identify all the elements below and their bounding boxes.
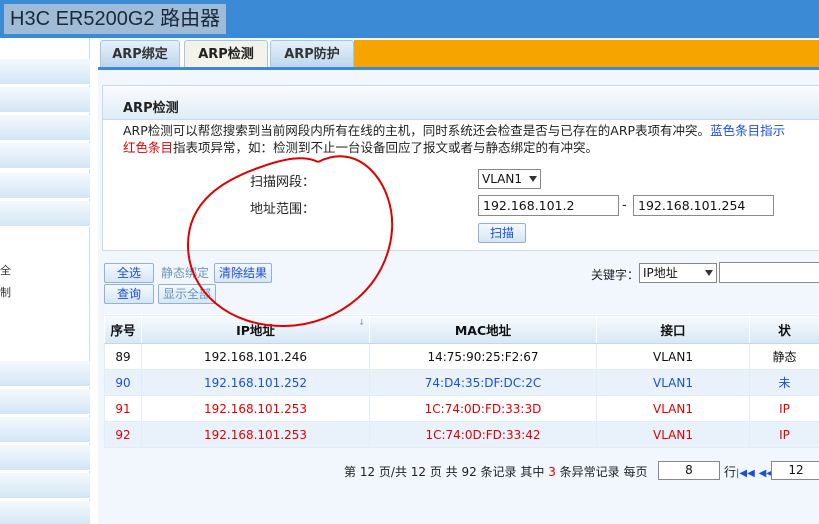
cell-interface: VLAN1 bbox=[596, 395, 750, 422]
keyword-select[interactable]: IP地址 bbox=[639, 263, 717, 283]
sidebar-item[interactable] bbox=[0, 143, 90, 169]
sidebar-item[interactable] bbox=[0, 115, 90, 141]
page-number-input[interactable]: 12 bbox=[771, 461, 819, 480]
sidebar: 全 制 bbox=[0, 38, 90, 524]
keyword-input[interactable] bbox=[719, 262, 819, 283]
range-start-input[interactable]: 192.168.101.2 bbox=[478, 195, 619, 216]
table-header-row: 序号 IP地址 ↓ MAC地址 接口 状 bbox=[104, 314, 819, 344]
cell-status: IP bbox=[749, 395, 819, 422]
range-label: 地址范围： bbox=[250, 202, 316, 217]
column-header-mac[interactable]: MAC地址 bbox=[369, 314, 597, 344]
keyword-label: 关键字： bbox=[591, 268, 640, 282]
cell-ip: 192.168.101.253 bbox=[141, 395, 370, 422]
tab-underline bbox=[98, 67, 819, 70]
tab-arp-protection[interactable]: ARP防护 bbox=[270, 40, 354, 68]
sidebar-item[interactable] bbox=[0, 445, 90, 471]
sidebar-item[interactable] bbox=[0, 361, 90, 387]
cell-status: 静态 bbox=[749, 343, 819, 370]
pager-text: 第 12 页/共 12 页 共 92 条记录 其中 bbox=[344, 465, 545, 479]
cell-no: 91 bbox=[104, 395, 142, 422]
cell-mac: 14:75:90:25:F2:67 bbox=[369, 343, 597, 370]
scan-button[interactable]: 扫描 bbox=[478, 223, 526, 243]
sidebar-item[interactable] bbox=[0, 201, 90, 227]
column-header-ip[interactable]: IP地址 ↓ bbox=[141, 314, 370, 344]
rows-label: 行 bbox=[724, 465, 737, 479]
column-header-no[interactable]: 序号 bbox=[104, 314, 142, 344]
table-row[interactable]: 90 192.168.101.252 74:D4:35:DF:DC:2C VLA… bbox=[104, 369, 819, 396]
tab-arp-binding[interactable]: ARP绑定 bbox=[100, 40, 180, 68]
cell-interface: VLAN1 bbox=[596, 343, 750, 370]
pager-text-after: 条异常记录 每页 bbox=[559, 465, 648, 479]
cell-ip: 192.168.101.246 bbox=[141, 343, 370, 370]
cell-mac: 74:D4:35:DF:DC:2C bbox=[369, 369, 597, 396]
sidebar-item[interactable] bbox=[0, 59, 90, 85]
per-page-input[interactable]: 8 bbox=[658, 461, 720, 480]
description-red-note: 红色条目 bbox=[123, 140, 174, 155]
keyword-select-value: IP地址 bbox=[643, 266, 678, 280]
query-button[interactable]: 查询 bbox=[104, 284, 154, 304]
cell-no: 89 bbox=[104, 343, 142, 370]
content-panel: ARP绑定 ARP检测 ARP防护 ARP检测 ARP检测可以帮您搜索到当前网段… bbox=[98, 38, 819, 524]
cell-no: 92 bbox=[104, 421, 142, 448]
cell-interface: VLAN1 bbox=[596, 369, 750, 396]
show-all-button[interactable]: 显示全部 bbox=[158, 284, 216, 304]
cell-status: IP bbox=[749, 421, 819, 448]
column-header-interface[interactable]: 接口 bbox=[596, 314, 750, 344]
pager-goto: 行|◀◀ ◀◀ bbox=[724, 463, 774, 480]
column-header-ip-label: IP地址 bbox=[236, 322, 275, 338]
sidebar-item[interactable] bbox=[0, 389, 90, 415]
cell-status: 未 bbox=[749, 369, 819, 396]
tab-bar-accent bbox=[354, 40, 819, 68]
clear-results-button[interactable]: 清除结果 bbox=[214, 263, 272, 283]
window-title: H3C ER5200G2 路由器 bbox=[4, 4, 227, 34]
range-end-input[interactable]: 192.168.101.254 bbox=[633, 195, 774, 216]
section-header: ARP检测 bbox=[103, 86, 819, 120]
table-row[interactable]: 89 192.168.101.246 14:75:90:25:F2:67 VLA… bbox=[104, 343, 819, 370]
title-bar: H3C ER5200G2 路由器 bbox=[0, 0, 819, 38]
select-all-button[interactable]: 全选 bbox=[104, 263, 154, 283]
segment-label: 扫描网段： bbox=[250, 175, 316, 190]
detection-panel: ARP检测 ARP检测可以帮您搜索到当前网段内所有在线的主机，同时系统还会检查是… bbox=[102, 85, 819, 251]
column-header-status[interactable]: 状 bbox=[749, 314, 819, 344]
arp-table: 序号 IP地址 ↓ MAC地址 接口 状 89 192.168.101.246 1… bbox=[104, 314, 819, 448]
sidebar-text[interactable]: 全 bbox=[0, 262, 11, 278]
sidebar-item[interactable] bbox=[0, 87, 90, 113]
chevron-down-icon bbox=[705, 270, 713, 276]
first-page-icon[interactable]: |◀◀ bbox=[736, 468, 755, 479]
tab-arp-detection[interactable]: ARP检测 bbox=[184, 40, 268, 68]
sidebar-item[interactable] bbox=[0, 473, 90, 499]
chevron-down-icon bbox=[529, 176, 537, 182]
segment-select-value: VLAN1 bbox=[482, 172, 522, 186]
abnormal-count: 3 bbox=[548, 465, 556, 479]
table-row[interactable]: 92 192.168.101.253 1C:74:0D:FD:33:42 VLA… bbox=[104, 421, 819, 448]
range-separator: - bbox=[622, 198, 627, 213]
description-blue-note: 蓝色条目指示 bbox=[710, 123, 786, 138]
table-row[interactable]: 91 192.168.101.253 1C:74:0D:FD:33:3D VLA… bbox=[104, 395, 819, 422]
cell-no: 90 bbox=[104, 369, 142, 396]
segment-select[interactable]: VLAN1 bbox=[478, 169, 541, 189]
static-bind-button[interactable]: 静态绑定 bbox=[158, 263, 212, 283]
pager-info: 第 12 页/共 12 页 共 92 条记录 其中 3 条异常记录 每页 bbox=[344, 463, 648, 480]
sidebar-item[interactable] bbox=[0, 173, 90, 199]
cell-mac: 1C:74:0D:FD:33:42 bbox=[369, 421, 597, 448]
cell-mac: 1C:74:0D:FD:33:3D bbox=[369, 395, 597, 422]
sidebar-item[interactable] bbox=[0, 417, 90, 443]
cell-interface: VLAN1 bbox=[596, 421, 750, 448]
description: ARP检测可以帮您搜索到当前网段内所有在线的主机，同时系统还会检查是否与已存在的… bbox=[123, 122, 819, 156]
sort-arrow-icon: ↓ bbox=[358, 318, 365, 327]
sidebar-text[interactable]: 制 bbox=[0, 284, 11, 300]
description-line2: 指表项异常，如：检测到不止一台设备回应了报文或者与静态绑定的有冲突。 bbox=[173, 140, 599, 155]
cell-ip: 192.168.101.252 bbox=[141, 369, 370, 396]
tab-bar: ARP绑定 ARP检测 ARP防护 bbox=[98, 40, 819, 68]
cell-ip: 192.168.101.253 bbox=[141, 421, 370, 448]
sidebar-item[interactable] bbox=[0, 501, 90, 524]
description-line1: ARP检测可以帮您搜索到当前网段内所有在线的主机，同时系统还会检查是否与已存在的… bbox=[123, 123, 711, 138]
section-title: ARP检测 bbox=[123, 101, 179, 116]
